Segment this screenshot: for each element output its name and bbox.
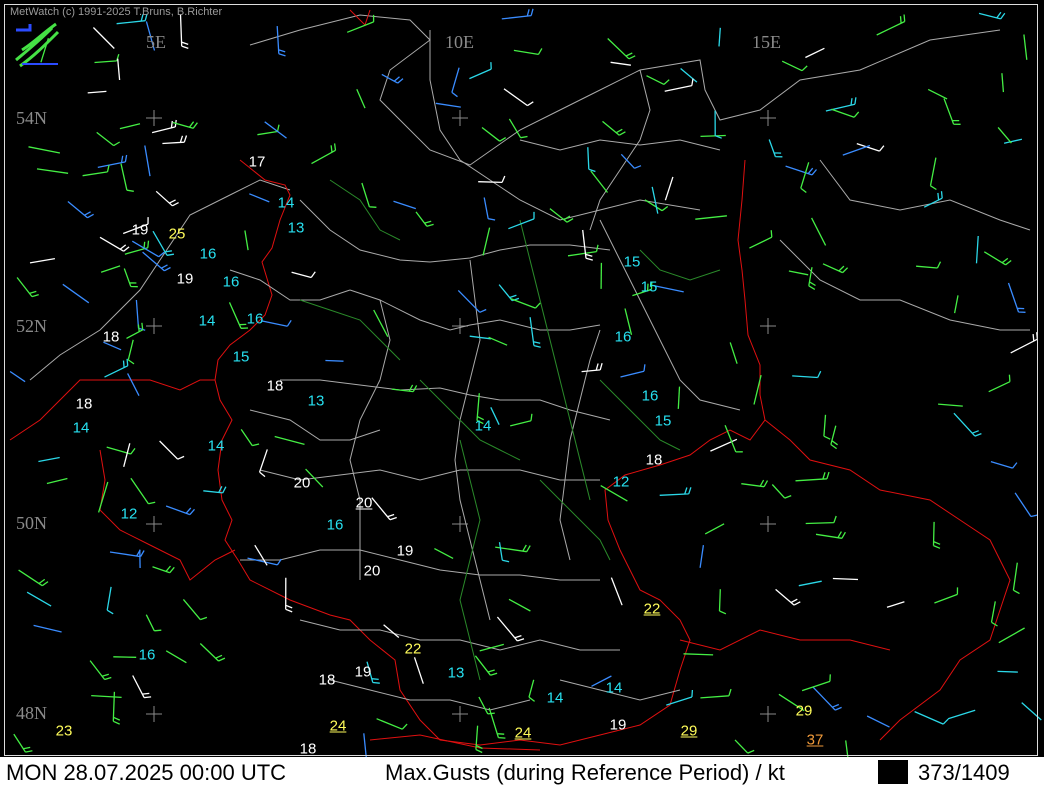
map-frame <box>4 4 1038 756</box>
lon-label-15e: 15E <box>752 32 781 52</box>
gust-value: 19 <box>176 270 194 288</box>
lon-label-5e: 5E <box>146 32 166 52</box>
gust-value: 14 <box>277 194 295 212</box>
gust-value: 24 <box>329 717 347 735</box>
gust-value: 14 <box>198 312 216 330</box>
gust-value: 16 <box>641 387 659 405</box>
lat-label-48n: 48N <box>16 703 47 723</box>
map-viewer: { "copyright": "MetWatch (c) 1991-2025 T… <box>0 0 1044 788</box>
gust-value: 14 <box>605 679 623 697</box>
gust-value: 22 <box>643 600 661 618</box>
copyright-text: MetWatch (c) 1991-2025 T.Bruns, B.Richte… <box>10 6 223 18</box>
gust-value: 18 <box>102 328 120 346</box>
gust-value: 23 <box>55 722 73 740</box>
gust-value: 15 <box>232 348 250 366</box>
gust-value: 16 <box>326 516 344 534</box>
gust-value: 19 <box>396 542 414 560</box>
gust-value: 29 <box>680 722 698 740</box>
gust-value: 18 <box>318 671 336 689</box>
gust-value: 25 <box>168 225 186 243</box>
lat-label-54n: 54N <box>16 108 47 128</box>
gust-value: 22 <box>404 640 422 658</box>
gust-value: 13 <box>287 219 305 237</box>
gust-value: 19 <box>354 663 372 681</box>
gust-value: 14 <box>207 437 225 455</box>
gust-value: 20 <box>355 494 373 512</box>
gust-value: 12 <box>120 505 138 523</box>
gust-value: 15 <box>654 412 672 430</box>
gust-value: 19 <box>609 716 627 734</box>
gust-value: 20 <box>363 562 381 580</box>
gust-value: 14 <box>546 689 564 707</box>
gust-value: 16 <box>199 245 217 263</box>
lon-label-10e: 10E <box>445 32 474 52</box>
gust-value: 19 <box>131 221 149 239</box>
gust-value: 16 <box>246 310 264 328</box>
gust-value: 14 <box>474 417 492 435</box>
gust-value: 17 <box>248 153 266 171</box>
gust-value: 12 <box>612 473 630 491</box>
status-parameter: Max.Gusts (during Reference Period) / kt <box>385 760 785 785</box>
gust-value: 13 <box>307 392 325 410</box>
status-datetime: MON 28.07.2025 00:00 UTC <box>6 760 287 785</box>
gust-value: 29 <box>795 702 813 720</box>
gust-value: 16 <box>138 646 156 664</box>
gust-value: 18 <box>645 451 663 469</box>
gust-value: 24 <box>514 724 532 742</box>
gust-value: 16 <box>222 273 240 291</box>
gust-value: 15 <box>640 278 658 296</box>
gust-value: 20 <box>293 474 311 492</box>
status-marker <box>878 760 908 784</box>
gust-value: 37 <box>806 731 824 749</box>
gust-value: 18 <box>266 377 284 395</box>
gust-value: 15 <box>623 253 641 271</box>
gust-value: 18 <box>299 740 317 758</box>
gust-value: 14 <box>72 419 90 437</box>
lat-label-52n: 52N <box>16 316 47 336</box>
gust-value: 18 <box>75 395 93 413</box>
lat-label-50n: 50N <box>16 513 47 533</box>
metwatch-logo-icon <box>15 22 60 68</box>
gust-value: 16 <box>614 328 632 346</box>
status-counter: 373/1409 <box>918 760 1010 785</box>
gust-value: 13 <box>447 664 465 682</box>
